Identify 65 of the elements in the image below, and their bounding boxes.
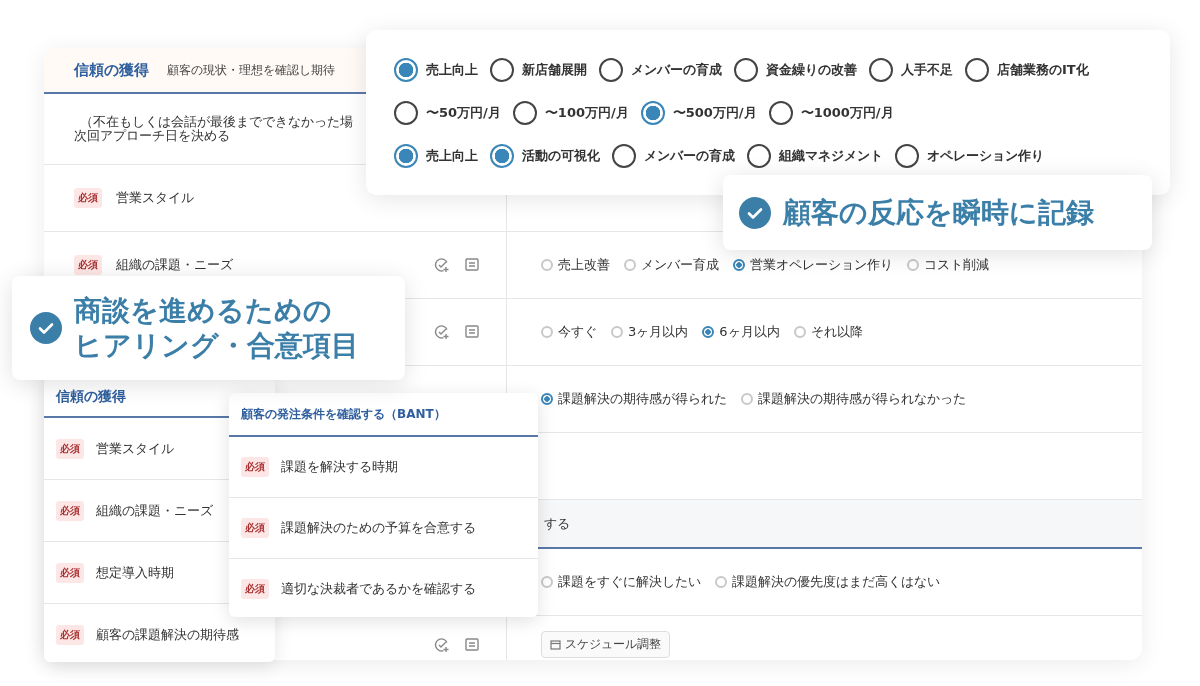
radio-option[interactable]: 課題解決の期待感が得られなかった: [741, 390, 966, 408]
required-badge: 必須: [74, 188, 102, 208]
field-label: 営業スタイル: [116, 189, 194, 207]
required-badge: 必須: [241, 457, 269, 477]
radio-option[interactable]: 〜500万円/月: [640, 101, 757, 125]
field-label: 組織の課題・ニーズ: [116, 256, 233, 274]
item-label: 組織の課題・ニーズ: [96, 501, 213, 520]
radio-option[interactable]: 店舗業務のIT化: [965, 58, 1089, 82]
item-label: 顧客の課題解決の期待感: [96, 625, 239, 644]
note-text: （不在もしくは会話が最後までできなかった場: [80, 114, 353, 129]
required-badge: 必須: [56, 438, 84, 459]
radio-option[interactable]: 新店舗展開: [490, 58, 587, 82]
check-add-icon[interactable]: [434, 257, 450, 273]
radio-option[interactable]: 〜100万円/月: [512, 101, 629, 125]
check-icon: [739, 196, 771, 229]
callout-text: 顧客の反応を瞬時に記録: [783, 195, 1094, 230]
item-label: 課題を解決する時期: [281, 458, 398, 476]
card-title: 顧客の発注条件を確認する（BANT）: [241, 405, 446, 423]
radio-option[interactable]: メンバーの育成: [612, 144, 735, 168]
item-label: 適切な決裁者であるかを確認する: [281, 580, 476, 598]
radio-option[interactable]: 売上向上: [394, 58, 478, 82]
required-badge: 必須: [56, 624, 84, 645]
radio-option[interactable]: 課題をすぐに解決したい: [541, 573, 701, 591]
section-title: 信頼の獲得: [74, 60, 149, 80]
radio-option[interactable]: 〜1000万円/月: [768, 101, 894, 125]
radio-option[interactable]: 売上向上: [394, 144, 478, 168]
required-badge: 必須: [56, 500, 84, 521]
callout-text: ヒアリング・合意項目: [74, 328, 359, 363]
comment-icon[interactable]: [464, 636, 480, 653]
section-title: する: [544, 514, 570, 533]
check-add-icon[interactable]: [434, 324, 450, 340]
radio-option[interactable]: 課題解決の優先度はまだ高くはない: [715, 573, 940, 591]
comment-icon[interactable]: [464, 324, 480, 340]
card-title: 信頼の獲得: [56, 388, 126, 406]
item-label: 営業スタイル: [96, 439, 174, 458]
check-icon: [30, 312, 62, 344]
section-subtitle: 顧客の現状・理想を確認し期待: [167, 61, 335, 79]
radio-option[interactable]: それ以降: [793, 323, 863, 341]
radio-option[interactable]: 売上改善: [541, 256, 610, 274]
radio-option[interactable]: 営業オペレーション作り: [733, 256, 893, 274]
radio-option[interactable]: 活動の可視化: [490, 144, 600, 168]
radio-option[interactable]: メンバーの育成: [599, 58, 722, 82]
check-add-icon[interactable]: [434, 636, 450, 653]
radio-option[interactable]: 6ヶ月以内: [702, 323, 780, 341]
radio-option[interactable]: 課題解決の期待感が得られた: [541, 390, 727, 408]
callout-text: 商談を進めるための: [74, 293, 332, 328]
radio-option[interactable]: 今すぐ: [541, 323, 597, 341]
item-label: 想定導入時期: [96, 563, 174, 582]
required-badge: 必須: [241, 579, 269, 599]
radio-option[interactable]: 〜50万円/月: [394, 101, 501, 125]
required-badge: 必須: [241, 518, 269, 538]
radio-option[interactable]: 人手不足: [869, 58, 953, 82]
required-badge: 必須: [74, 255, 102, 275]
note-text: 次回アプローチ日を決める: [74, 129, 230, 144]
calendar-icon: [550, 639, 561, 650]
required-badge: 必須: [56, 562, 84, 583]
radio-option[interactable]: 3ヶ月以内: [611, 323, 689, 341]
comment-icon[interactable]: [464, 257, 480, 273]
schedule-button[interactable]: スケジュール調整: [541, 631, 670, 658]
radio-option[interactable]: 資金繰りの改善: [734, 58, 857, 82]
radio-option[interactable]: 組織マネジメント: [747, 144, 883, 168]
radio-option[interactable]: メンバー育成: [624, 256, 719, 274]
item-label: 課題解決のための予算を合意する: [281, 519, 476, 537]
radio-option[interactable]: コスト削減: [907, 256, 989, 274]
radio-option[interactable]: オペレーション作り: [895, 144, 1044, 168]
